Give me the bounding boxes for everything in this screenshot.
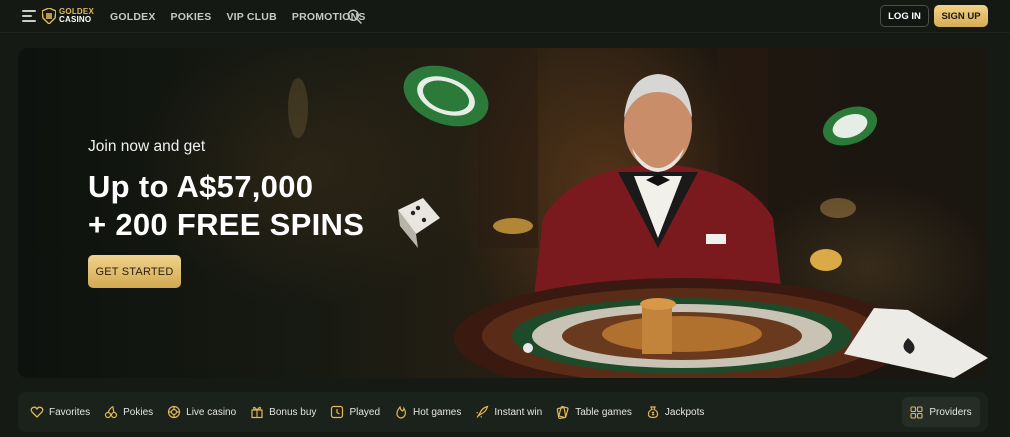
nav-goldex[interactable]: GOLDEX xyxy=(110,11,156,23)
category-table-games[interactable]: Table games xyxy=(556,405,632,419)
get-started-button[interactable]: GET STARTED xyxy=(88,255,181,288)
hero-title-line1: Up to A$57,000 xyxy=(88,169,314,204)
shield-logo-icon xyxy=(42,8,56,24)
cherries-icon xyxy=(105,405,118,419)
site-logo[interactable]: GOLDEX CASINO xyxy=(42,6,94,26)
category-label: Bonus buy xyxy=(269,406,317,418)
category-label: Pokies xyxy=(123,406,154,418)
heart-icon xyxy=(30,406,44,418)
poker-chip-right xyxy=(822,106,878,146)
category-bar: Favorites Pokies Live casino Bonus buy P… xyxy=(18,392,988,432)
hero-title-line2: + 200 FREE SPINS xyxy=(88,207,365,242)
search-icon[interactable] xyxy=(347,9,362,24)
category-favorites[interactable]: Favorites xyxy=(30,405,90,419)
category-instant-win[interactable]: Instant win xyxy=(475,405,542,419)
signup-button[interactable]: SIGN UP xyxy=(934,5,988,27)
category-played[interactable]: Played xyxy=(330,405,380,419)
roulette-chip-icon xyxy=(168,405,181,419)
top-header: GOLDEX CASINO GOLDEX POKIES VIP CLUB PRO… xyxy=(0,0,1010,33)
category-label: Jackpots xyxy=(664,406,705,418)
hero-copy: Join now and get Up to A$57,000 + 200 FR… xyxy=(88,138,364,244)
grid-icon xyxy=(910,405,923,419)
category-list: Favorites Pokies Live casino Bonus buy P… xyxy=(30,392,718,432)
flame-icon xyxy=(396,405,406,419)
clock-icon xyxy=(331,405,344,419)
category-jackpots[interactable]: Jackpots xyxy=(646,405,704,419)
category-label: Table games xyxy=(575,406,632,418)
category-label: Instant win xyxy=(494,406,543,418)
providers-button[interactable]: Providers xyxy=(902,397,980,427)
logo-line2: CASINO xyxy=(59,15,92,24)
category-label: Favorites xyxy=(49,406,91,418)
category-label: Hot games xyxy=(413,406,462,418)
money-bag-icon xyxy=(647,406,659,419)
roulette-wheel xyxy=(454,278,910,378)
hero-pretitle: Join now and get xyxy=(88,138,206,155)
cards-icon xyxy=(556,405,569,419)
nav-vip-club[interactable]: VIP CLUB xyxy=(226,11,276,23)
hero-title: Up to A$57,000 + 200 FREE SPINS xyxy=(88,168,364,244)
login-button[interactable]: LOG IN xyxy=(880,5,929,27)
main-nav: GOLDEX POKIES VIP CLUB PROMOTIONS xyxy=(110,0,381,33)
dice-image xyxy=(398,198,440,248)
category-pokies[interactable]: Pokies xyxy=(104,405,153,419)
gift-icon xyxy=(251,406,263,419)
category-label: Live casino xyxy=(186,406,237,418)
hero-banner: Join now and get Up to A$57,000 + 200 FR… xyxy=(18,48,988,378)
providers-label: Providers xyxy=(929,406,972,418)
nav-pokies[interactable]: POKIES xyxy=(171,11,212,23)
category-label: Played xyxy=(349,406,381,418)
category-live-casino[interactable]: Live casino xyxy=(167,405,236,419)
rocket-icon xyxy=(476,405,489,418)
category-bonus-buy[interactable]: Bonus buy xyxy=(250,405,316,419)
hamburger-menu-icon[interactable] xyxy=(22,10,36,22)
category-hot-games[interactable]: Hot games xyxy=(394,405,461,419)
